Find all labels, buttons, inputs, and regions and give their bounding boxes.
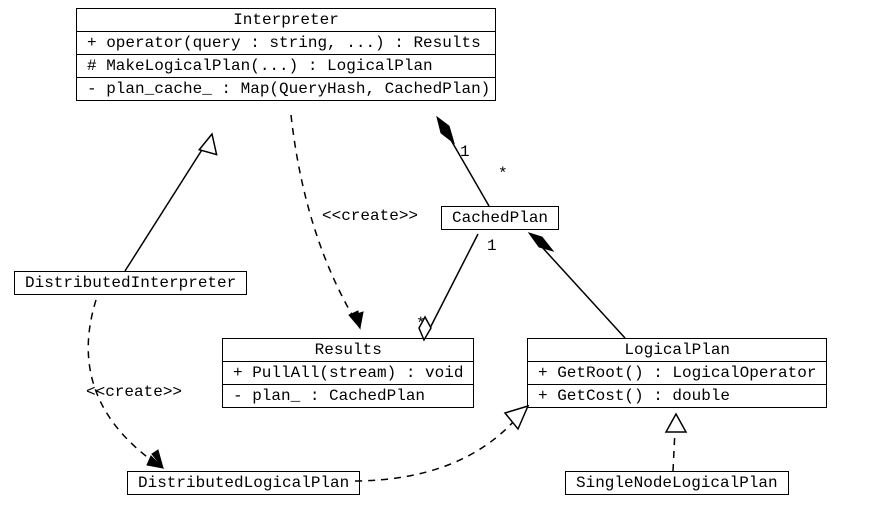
multiplicity: 1 (487, 237, 497, 255)
class-title: SingleNodeLogicalPlan (566, 472, 788, 494)
class-distributed-interpreter: DistributedInterpreter (14, 271, 247, 295)
class-cached-plan: CachedPlan (441, 206, 559, 230)
arrow-hollow-triangle (196, 134, 219, 159)
class-row: + PullAll(stream) : void (223, 361, 473, 384)
class-distributed-logical-plan: DistributedLogicalPlan (127, 471, 360, 495)
class-title: Results (223, 339, 473, 361)
class-title: DistributedInterpreter (15, 272, 246, 294)
arrow-head (152, 450, 163, 468)
multiplicity: 1 (460, 143, 470, 161)
class-row: # MakeLogicalPlan(...) : LogicalPlan (77, 54, 495, 77)
arrow-head (147, 456, 163, 468)
class-logical-plan: LogicalPlan + GetRoot() : LogicalOperato… (527, 338, 827, 408)
class-row: - plan_ : CachedPlan (223, 384, 473, 407)
class-single-node-logical-plan: SingleNodeLogicalPlan (565, 471, 789, 495)
multiplicity: * (416, 315, 426, 333)
multiplicity: * (498, 165, 508, 183)
class-results: Results + PullAll(stream) : void - plan_… (222, 338, 474, 408)
class-interpreter: Interpreter + operator(query : string, .… (76, 8, 496, 101)
edge-aggregation (428, 234, 478, 332)
class-title: DistributedLogicalPlan (128, 472, 359, 494)
edge-realization (355, 420, 515, 481)
arrow-hollow-triangle (666, 414, 686, 432)
diamond-filled (529, 233, 553, 251)
edge-composition (541, 246, 625, 338)
class-row: + GetRoot() : LogicalOperator (528, 361, 826, 384)
stereotype-create: <<create>> (86, 383, 182, 401)
class-title: LogicalPlan (528, 339, 826, 361)
class-row: - plan_cache_ : Map(QueryHash, CachedPla… (77, 77, 495, 100)
class-title: CachedPlan (442, 207, 558, 229)
arrow-head (354, 312, 363, 328)
edge-generalization (125, 134, 212, 271)
edge-realization (673, 430, 675, 471)
class-title: Interpreter (77, 9, 495, 31)
edge-composition (444, 128, 489, 206)
arrow-head (349, 311, 360, 328)
stereotype-create: <<create>> (322, 207, 418, 225)
class-row: + GetCost() : double (528, 384, 826, 407)
arrow-hollow-triangle (505, 406, 528, 429)
diamond-filled (437, 117, 454, 143)
class-row: + operator(query : string, ...) : Result… (77, 31, 495, 54)
